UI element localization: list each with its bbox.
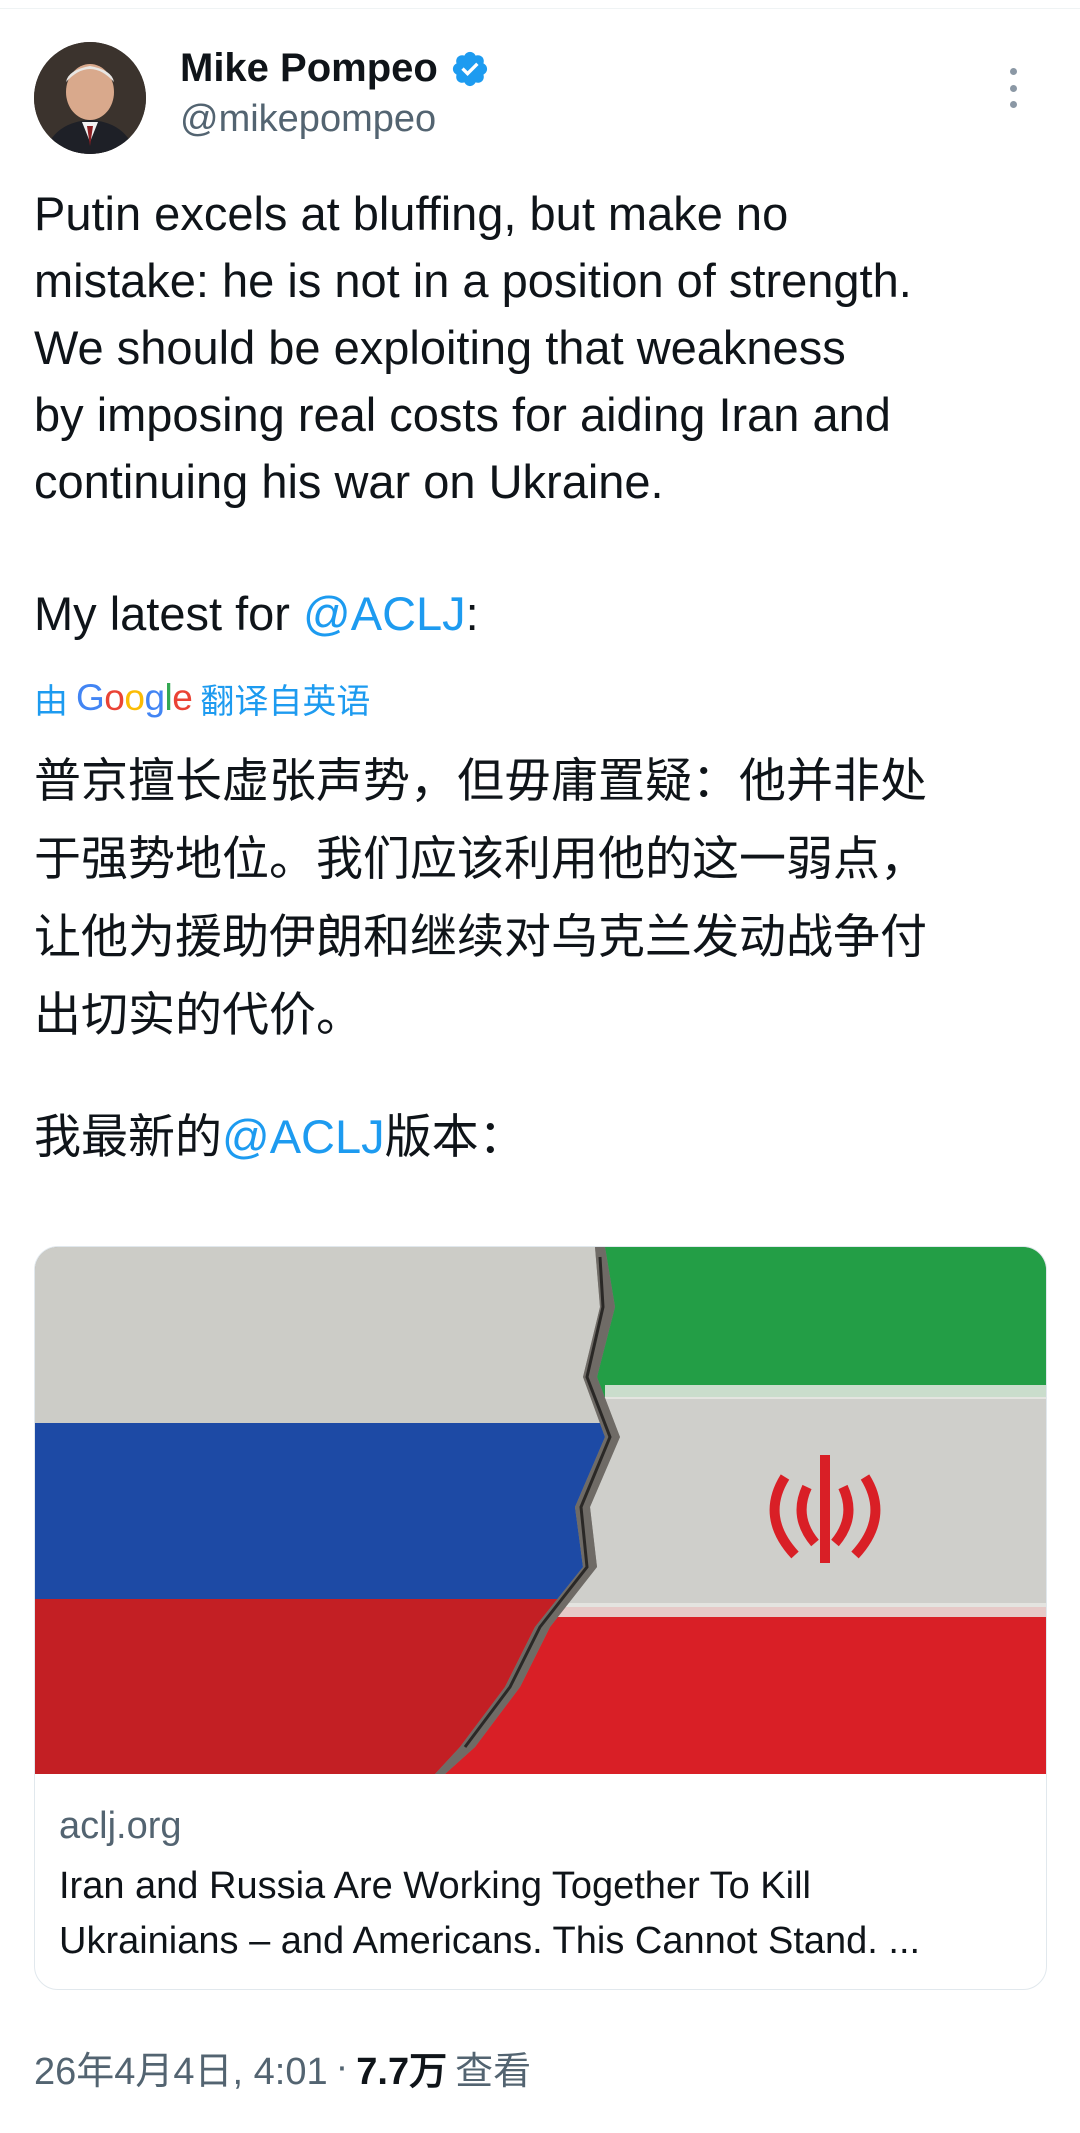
more-options-icon[interactable] [1005, 68, 1021, 108]
tweet-line: continuing his war on Ukraine. [34, 455, 664, 508]
translated-from-label: 翻译自英语 [200, 682, 371, 721]
author-name-row[interactable]: Mike Pompeo [180, 46, 490, 91]
verified-badge-icon [452, 51, 487, 86]
card-title-line: Iran and Russia Are Working Together To … [59, 1865, 811, 1907]
card-title: Iran and Russia Are Working Together To … [59, 1859, 1029, 1969]
tweet-line: by imposing real costs for aiding Iran a… [34, 388, 891, 441]
profile-photo-icon [34, 42, 146, 154]
translation-attribution[interactable]: 由 Google 翻译自英语 [34, 670, 370, 726]
translated-text: 普京擅长虚张声势，但毋庸置疑：他并非处 于强势地位。我们应该利用他的这一弱点， … [34, 742, 1054, 1054]
latest-prefix: My latest for [34, 587, 304, 640]
tweet-meta: 26年4月4日, 4:01 · 7.7万 查看 [34, 2040, 531, 2095]
translated-line: 普京擅长虚张声势，但毋庸置疑：他并非处 [34, 754, 927, 807]
card-domain: aclj.org [59, 1805, 182, 1847]
russia-iran-cracked-flags-icon [35, 1247, 1046, 1774]
translated-line: 出切实的代价。 [34, 988, 363, 1041]
translated-latest-suffix: 版本： [384, 1110, 526, 1163]
card-title-line: Ukrainians – and Americans. This Cannot … [59, 1920, 921, 1962]
more-dot [1009, 101, 1017, 108]
link-preview-card[interactable]: aclj.org Iran and Russia Are Working Tog… [34, 1246, 1047, 1990]
mention-link[interactable]: @ACLJ [303, 587, 466, 640]
translated-latest-prefix: 我最新的 [34, 1110, 222, 1163]
tweet-text: Putin excels at bluffing, but make no mi… [34, 180, 1044, 515]
google-logo: Google [76, 677, 193, 718]
translated-by-label: 由 [34, 682, 68, 721]
translated-mention-link[interactable]: @ACLJ [222, 1110, 385, 1163]
tweet-line: Putin excels at bluffing, but make no [34, 187, 789, 240]
top-divider [0, 8, 1080, 9]
author-handle[interactable]: @mikepompeo [180, 98, 436, 141]
views-label: 查看 [455, 2051, 532, 2093]
tweet-line: We should be exploiting that weakness [34, 321, 846, 374]
latest-suffix: : [465, 587, 479, 640]
translated-latest-line: 我最新的@ACLJ版本： [34, 1098, 526, 1176]
more-dot [1009, 68, 1017, 75]
meta-separator: · [335, 2046, 349, 2088]
author-name[interactable]: Mike Pompeo [180, 46, 438, 91]
tweet-latest-line: My latest for @ACLJ: [34, 580, 479, 647]
tweet-line: mistake: he is not in a position of stre… [34, 254, 912, 307]
more-dot [1009, 84, 1017, 92]
translated-line: 让他为援助伊朗和继续对乌克兰发动战争付 [34, 910, 927, 963]
translated-line: 于强势地位。我们应该利用他的这一弱点， [34, 832, 927, 885]
avatar[interactable] [34, 42, 146, 154]
view-count: 7.7万 [356, 2051, 448, 2093]
timestamp[interactable]: 26年4月4日, 4:01 [34, 2040, 328, 2095]
